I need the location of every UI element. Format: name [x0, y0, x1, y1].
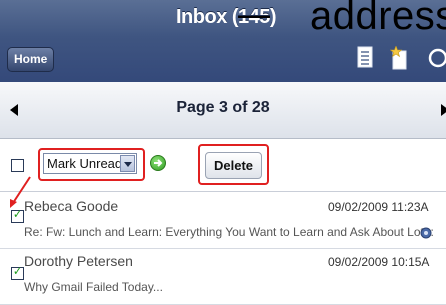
refresh-icon[interactable] [426, 46, 446, 70]
top-bar: Inbox (145) address Home [0, 0, 446, 82]
message-sender: Dorothy Petersen [24, 253, 133, 269]
message-date: 09/02/2009 10:15A [328, 255, 430, 269]
action-toolbar: Mark Unread Delete [0, 139, 446, 192]
message-checkbox[interactable] [11, 264, 24, 280]
message-subject: Why Gmail Failed Today... [24, 280, 163, 294]
page-title: Inbox (145) [176, 6, 277, 29]
new-item-icon[interactable] [390, 46, 408, 70]
unread-count: 145 [238, 6, 270, 28]
action-select[interactable]: Mark Unread [43, 153, 137, 174]
message-row[interactable]: Rebeca Goode 09/02/2009 11:23A Re: Fw: L… [0, 192, 446, 249]
action-select-value: Mark Unread [47, 156, 123, 171]
title-suffix: ) [269, 6, 277, 28]
pager-bar: Page 3 of 28 [0, 82, 446, 139]
chevron-down-icon[interactable] [120, 155, 135, 172]
home-button[interactable]: Home [7, 47, 55, 72]
go-arrow-icon[interactable] [150, 155, 166, 171]
delete-button[interactable]: Delete [205, 152, 262, 179]
title-prefix: Inbox ( [176, 6, 239, 28]
attachment-indicator-icon [420, 227, 432, 239]
message-date: 09/02/2009 11:23A [328, 200, 429, 214]
page-indicator: Page 3 of 28 [176, 99, 270, 116]
overlay-annotation-text: address [310, 0, 446, 38]
message-subject: Re: Fw: Lunch and Learn: Everything You … [24, 225, 434, 239]
select-all-checkbox[interactable] [11, 159, 24, 172]
annotation-arrow-icon [10, 176, 31, 208]
next-page-icon[interactable] [441, 104, 446, 116]
document-icon[interactable] [357, 46, 373, 68]
message-row[interactable]: Dorothy Petersen 09/02/2009 10:15A Why G… [0, 249, 446, 305]
